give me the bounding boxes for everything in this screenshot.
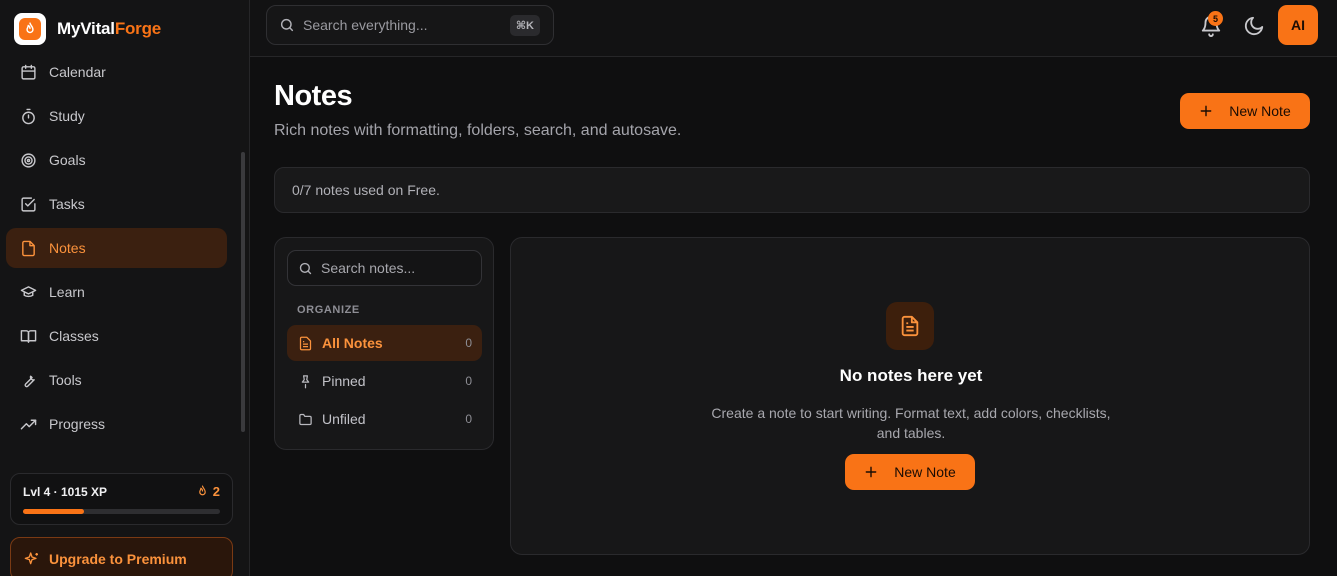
flame-icon	[198, 485, 206, 496]
folder-unfiled[interactable]: Unfiled 0	[287, 401, 482, 437]
sidebar-item-tasks[interactable]: Tasks	[6, 184, 227, 224]
sidebar-item-label: Progress	[49, 416, 106, 432]
upgrade-label: Upgrade to Premium	[49, 551, 187, 567]
usage-text: 0/7 notes used on Free.	[292, 182, 440, 198]
brand[interactable]: MyVitalForge	[14, 13, 161, 45]
sidebar-item-progress[interactable]: Progress	[6, 404, 227, 444]
book-open-icon	[20, 329, 37, 343]
calendar-icon	[21, 64, 36, 80]
wrench-icon	[24, 375, 35, 387]
sidebar-item-label: Study	[49, 108, 85, 124]
folder-count: 0	[465, 412, 472, 426]
brand-name: MyVitalForge	[57, 19, 162, 38]
folder-count: 0	[465, 336, 472, 350]
folder-icon	[299, 413, 312, 425]
organize-section-label: ORGANIZE	[297, 304, 360, 316]
sidebar-item-label: Notes	[49, 240, 86, 256]
streak-counter: 2	[196, 484, 220, 499]
sidebar-item-learn[interactable]: Learn	[6, 272, 227, 312]
sidebar-item-notes[interactable]: Notes	[6, 228, 227, 268]
level-label: Lvl 4 · 1015 XP	[23, 485, 108, 499]
notes-search-placeholder: Search notes...	[321, 260, 416, 276]
folder-all-notes[interactable]: All Notes 0	[287, 325, 482, 361]
sidebar-item-label: Calendar	[49, 64, 106, 80]
sidebar-scrollbar[interactable]	[241, 152, 245, 432]
timer-icon	[22, 108, 35, 124]
page-subtitle: Rich notes with formatting, folders, sea…	[274, 122, 682, 139]
new-note-empty-button[interactable]: New Note	[845, 454, 975, 490]
folder-label: Unfiled	[322, 411, 366, 427]
sidebar: MyVitalForge Calendar Study Goals Tasks …	[0, 0, 250, 576]
upgrade-button[interactable]: Upgrade to Premium	[10, 537, 233, 576]
global-search-input[interactable]: Search everything... ⌘K	[266, 5, 554, 45]
usage-banner: 0/7 notes used on Free.	[274, 167, 1310, 213]
moon-icon[interactable]	[1243, 15, 1265, 37]
sidebar-item-tools[interactable]: Tools	[6, 360, 227, 400]
folder-pinned[interactable]: Pinned 0	[287, 363, 482, 399]
search-shortcut: ⌘K	[509, 15, 540, 36]
notes-search-input[interactable]: Search notes...	[287, 250, 482, 286]
page-title: Notes	[274, 80, 353, 112]
trending-up-icon	[20, 419, 37, 429]
sidebar-item-study[interactable]: Study	[6, 96, 227, 136]
sidebar-item-classes[interactable]: Classes	[6, 316, 227, 356]
folder-label: Pinned	[322, 373, 366, 389]
flame-logo-icon	[14, 13, 46, 45]
top-bar: Search everything... ⌘K 5 AI	[250, 0, 1337, 57]
xp-progress-bar	[23, 509, 220, 514]
document-icon	[886, 302, 934, 350]
sidebar-item-goals[interactable]: Goals	[6, 140, 227, 180]
xp-progress-fill	[23, 509, 85, 514]
graduation-cap-icon	[20, 285, 37, 297]
folder-count: 0	[465, 374, 472, 388]
sidebar-item-label: Goals	[49, 152, 86, 168]
document-icon	[299, 336, 312, 350]
folder-label: All Notes	[322, 335, 383, 351]
plus-icon	[865, 466, 877, 478]
sidebar-item-calendar[interactable]: Calendar	[6, 52, 227, 92]
folder-panel: Search notes... ORGANIZE All Notes 0 Pin…	[274, 237, 494, 450]
sparkles-icon	[24, 552, 38, 565]
level-card: Lvl 4 · 1015 XP 2	[10, 473, 233, 525]
sidebar-item-label: Learn	[49, 284, 85, 300]
search-icon	[280, 18, 294, 32]
empty-state-description: Create a note to start writing. Format t…	[711, 405, 1111, 441]
new-note-label: New Note	[894, 464, 956, 480]
notification-badge: 5	[1208, 11, 1223, 26]
sidebar-item-label: Classes	[49, 328, 99, 344]
search-icon	[299, 262, 312, 274]
checkbox-icon	[21, 196, 36, 212]
ai-assistant-button[interactable]: AI	[1278, 5, 1318, 45]
sidebar-item-label: Tools	[49, 372, 82, 388]
target-icon	[21, 152, 36, 168]
sidebar-item-label: Tasks	[49, 196, 85, 212]
new-note-label: New Note	[1229, 103, 1291, 119]
note-icon	[22, 240, 35, 256]
plus-icon	[1200, 105, 1212, 117]
empty-state-title: No notes here yet	[839, 366, 983, 385]
pin-icon	[301, 374, 310, 388]
new-note-button[interactable]: New Note	[1180, 93, 1310, 129]
global-search-placeholder: Search everything...	[303, 17, 428, 33]
notes-empty-state: No notes here yet Create a note to start…	[510, 237, 1310, 555]
sidebar-nav: Calendar Study Goals Tasks Notes Learn C…	[0, 50, 240, 455]
